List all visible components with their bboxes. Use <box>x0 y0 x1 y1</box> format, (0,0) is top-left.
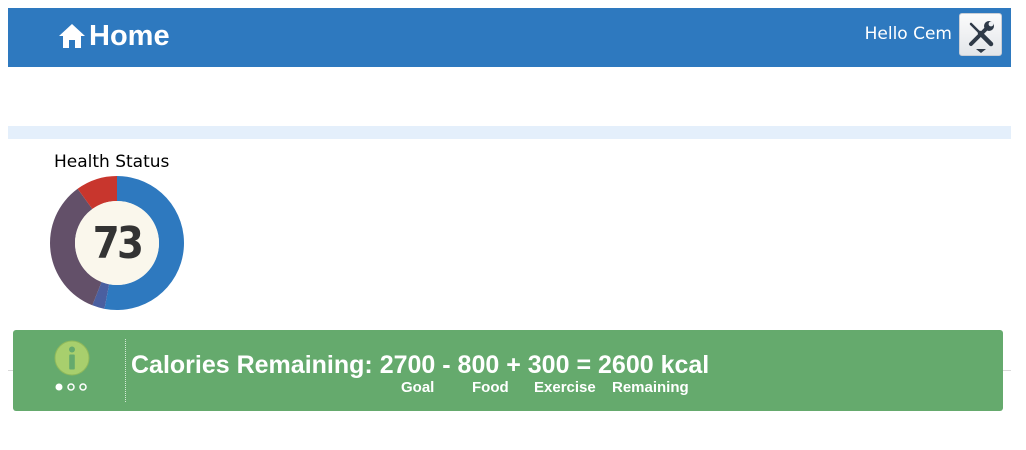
page-title[interactable]: Home <box>89 17 170 55</box>
health-status-label: Health Status <box>54 152 170 172</box>
calories-panel[interactable]: Calories Remaining: 2700 - 800 + 300 = 2… <box>13 330 1003 411</box>
pager-dots[interactable] <box>54 381 90 393</box>
equals-sign: = <box>576 351 592 379</box>
tools-icon <box>969 21 994 53</box>
goal-label: Goal <box>401 379 435 396</box>
info-icon[interactable] <box>54 340 90 376</box>
panel-separator <box>125 339 126 402</box>
exercise-label: Exercise <box>534 379 596 396</box>
calories-summary: Calories Remaining: 2700 - 800 + 300 = 2… <box>131 348 709 382</box>
goal-value: 2700 <box>379 351 436 379</box>
settings-button[interactable] <box>959 13 1002 56</box>
pager-dot-2 <box>67 383 75 391</box>
food-value: 800 <box>457 351 500 379</box>
exercise-value: 300 <box>527 351 570 379</box>
home-icon[interactable] <box>58 23 86 49</box>
pager-dot-1 <box>55 383 63 391</box>
app-header: Home Hello Cem <box>8 8 1011 67</box>
user-greeting: Hello Cem <box>864 24 952 44</box>
plus-sign: + <box>506 351 521 379</box>
health-status-gauge[interactable]: 73 <box>49 175 185 311</box>
minus-sign: - <box>442 351 451 379</box>
food-label: Food <box>472 379 509 396</box>
content-band <box>8 126 1011 139</box>
pager-dot-3 <box>79 383 87 391</box>
calories-heading: Calories Remaining: <box>131 351 373 379</box>
health-score: 73 <box>92 217 144 269</box>
remaining-value: 2600 kcal <box>598 351 710 379</box>
remaining-label: Remaining <box>612 379 689 396</box>
